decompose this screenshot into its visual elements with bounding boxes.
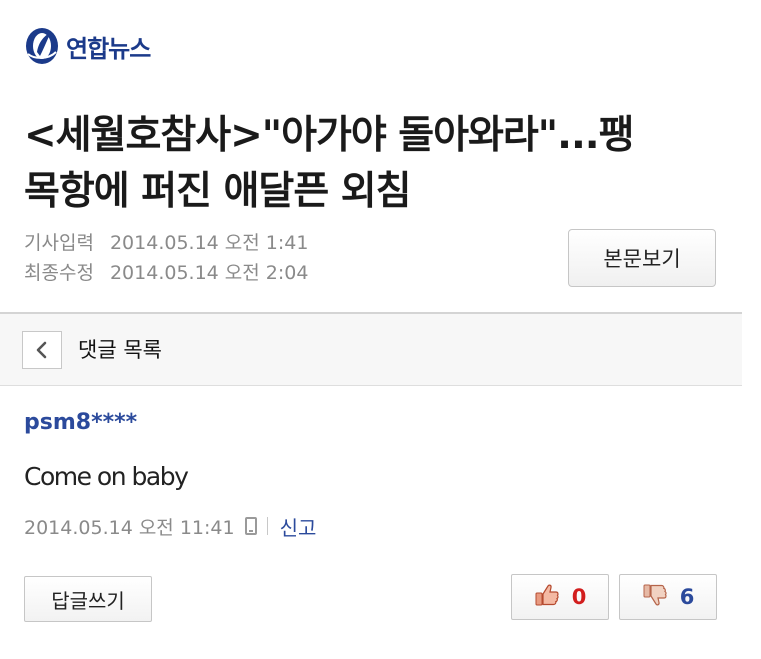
comment-list-title: 댓글 목록 xyxy=(78,338,162,362)
comment-text: Come on baby xyxy=(24,462,189,491)
like-count: 0 xyxy=(571,585,587,609)
thumbs-up-icon xyxy=(534,583,560,611)
comment-timestamp: 2014.05.14 오전 11:41 xyxy=(24,516,235,539)
published-row: 기사입력 2014.05.14 오전 1:41 xyxy=(24,228,308,258)
mobile-phone-icon xyxy=(244,517,257,535)
modified-row: 최종수정 2014.05.14 오전 2:04 xyxy=(24,258,308,288)
chevron-left-icon xyxy=(35,341,49,359)
like-button[interactable]: 0 xyxy=(511,574,609,620)
comment-meta: 2014.05.14 오전 11:41 신고 xyxy=(24,512,317,541)
article-meta: 기사입력 2014.05.14 오전 1:41 최종수정 2014.05.14 … xyxy=(24,228,308,288)
modified-date: 2014.05.14 오전 2:04 xyxy=(109,262,309,284)
dislike-count: 6 xyxy=(679,585,695,609)
dislike-button[interactable]: 6 xyxy=(619,574,717,620)
site-logo[interactable]: 연합뉴스 xyxy=(24,24,151,68)
back-button[interactable] xyxy=(22,331,62,369)
thumbs-down-icon xyxy=(642,583,668,611)
comment-author[interactable]: psm8**** xyxy=(24,410,137,435)
comment-list-header: 댓글 목록 xyxy=(0,312,742,386)
article-headline: <세월호참사>"아가야 돌아와라"...팽 목항에 퍼진 애달픈 외침 xyxy=(24,108,724,220)
published-label: 기사입력 xyxy=(24,232,94,254)
published-date: 2014.05.14 오전 1:41 xyxy=(109,232,309,254)
meta-divider xyxy=(266,517,268,535)
brand-name: 연합뉴스 xyxy=(66,34,151,63)
headline-line-2: 목항에 퍼진 애달픈 외침 xyxy=(24,169,412,214)
modified-label: 최종수정 xyxy=(24,262,94,284)
reply-button[interactable]: 답글쓰기 xyxy=(24,576,152,622)
report-link[interactable]: 신고 xyxy=(280,512,317,541)
view-article-button[interactable]: 본문보기 xyxy=(568,229,716,287)
yonhap-logo-icon xyxy=(24,26,60,66)
headline-line-1: <세월호참사>"아가야 돌아와라"...팽 xyxy=(24,113,634,158)
